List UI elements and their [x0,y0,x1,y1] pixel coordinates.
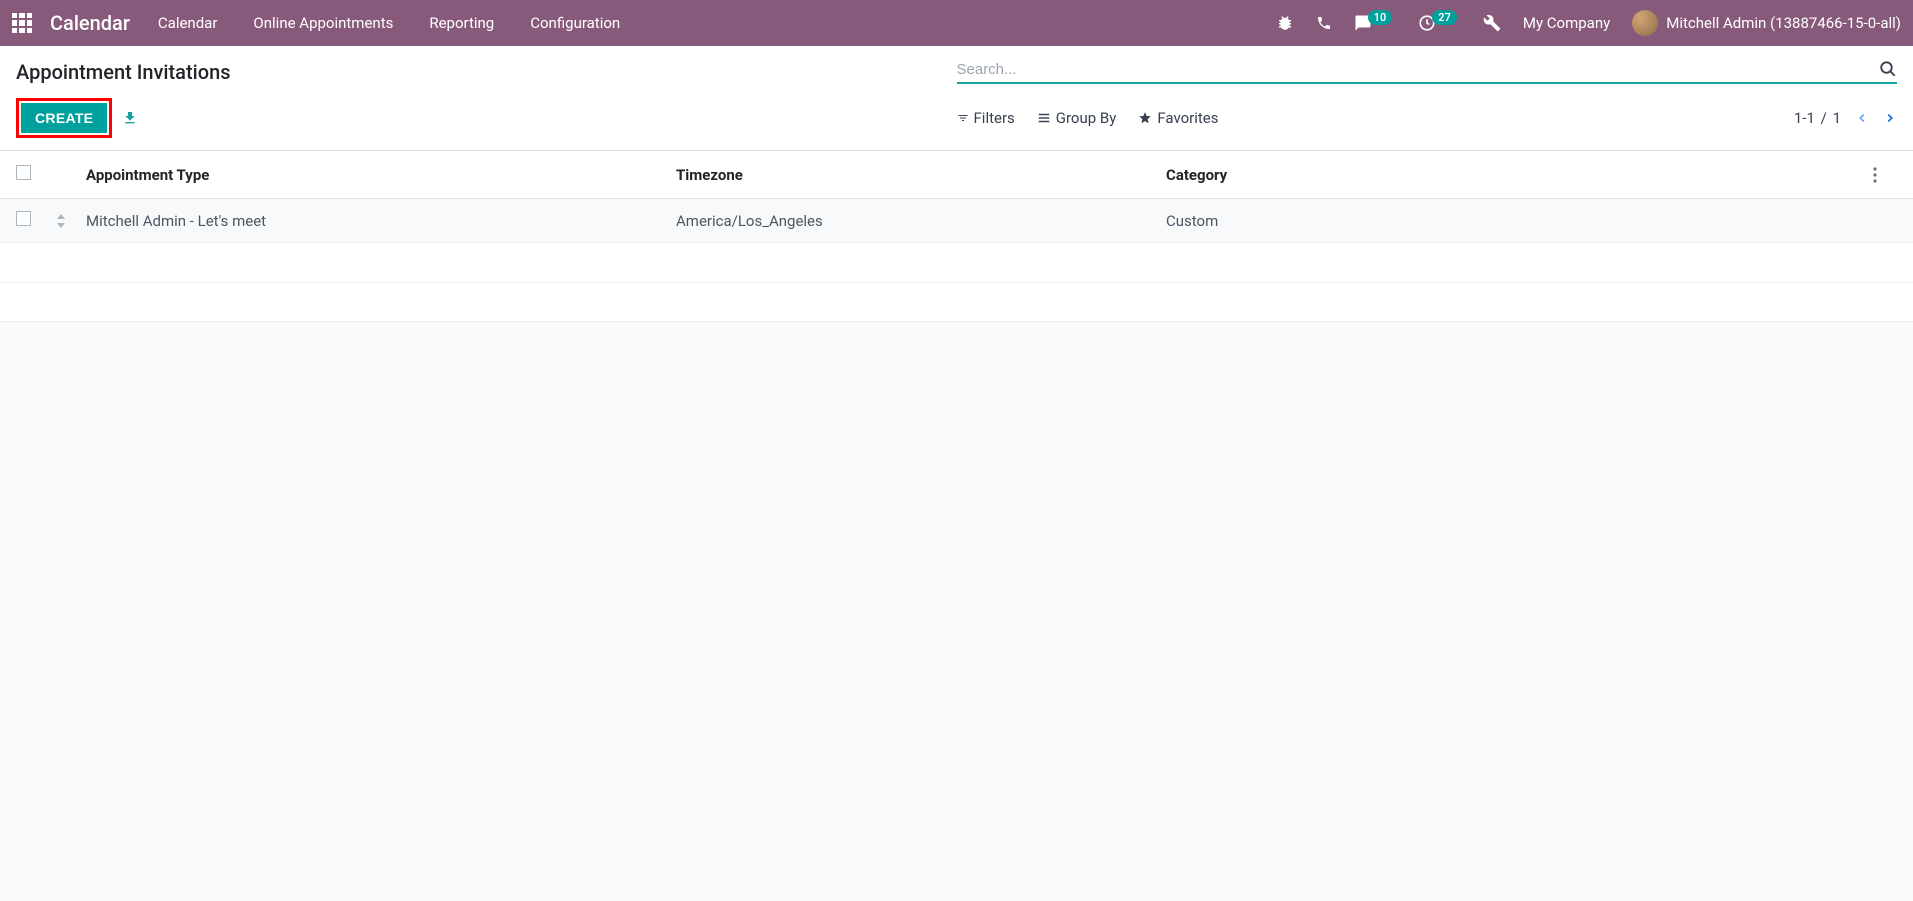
pager: 1-1 / 1 [1794,109,1897,127]
avatar [1632,10,1658,36]
search-area [957,56,1898,84]
activities-badge: 27 [1432,10,1457,25]
pager-prev-icon[interactable] [1855,111,1869,125]
table-row[interactable]: Mitchell Admin - Let's meet America/Los_… [0,199,1913,243]
pager-nav [1855,111,1897,125]
cp-right: Filters Group By Favorites 1-1 / 1 [957,109,1898,127]
control-panel: Appointment Invitations CREATE Filt [0,46,1913,151]
nav-link-configuration[interactable]: Configuration [530,14,620,32]
select-all-checkbox[interactable] [16,165,31,180]
apps-icon[interactable] [12,13,32,33]
pager-range[interactable]: 1-1 / 1 [1794,109,1841,127]
download-icon[interactable] [122,110,138,126]
header-timezone[interactable]: Timezone [676,166,1166,184]
page-title: Appointment Invitations [16,56,957,84]
groupby-label: Group By [1056,109,1117,127]
control-panel-bottom: CREATE Filters Group By Favorites [16,98,1897,138]
table-header: Appointment Type Timezone Category [0,151,1913,199]
header-checkbox-col [16,165,56,184]
messages-badge: 10 [1368,10,1393,25]
row-checkbox[interactable] [16,211,31,226]
search-box[interactable] [957,56,1898,84]
cp-left: CREATE [16,98,957,138]
main-navbar: Calendar Calendar Online Appointments Re… [0,0,1913,46]
tools-icon[interactable] [1483,14,1501,32]
list-view: Appointment Type Timezone Category Mitch… [0,151,1913,322]
pager-next-icon[interactable] [1883,111,1897,125]
create-button[interactable]: CREATE [21,103,107,133]
search-options: Filters Group By Favorites [957,109,1219,127]
navbar-left: Calendar Calendar Online Appointments Re… [12,11,620,35]
user-menu[interactable]: Mitchell Admin (13887466-15-0-all) [1632,10,1901,36]
navbar-right: 10 27 My Company Mitchell Admin (1388746… [1276,10,1901,36]
activities-icon[interactable]: 27 [1418,14,1461,32]
cell-timezone: America/Los_Angeles [676,212,1166,230]
favorites-label: Favorites [1157,109,1218,127]
column-options-icon[interactable] [1873,167,1897,183]
nav-link-online-appointments[interactable]: Online Appointments [253,14,393,32]
filters-dropdown[interactable]: Filters [957,109,1015,127]
cell-category: Custom [1166,212,1873,230]
empty-row [0,243,1913,283]
messages-icon[interactable]: 10 [1354,14,1397,32]
spacer-row [0,283,1913,321]
cell-appointment-type: Mitchell Admin - Let's meet [86,212,676,230]
bottom-line [0,321,1913,322]
company-selector[interactable]: My Company [1523,14,1610,32]
row-handle-col [56,214,86,228]
groupby-dropdown[interactable]: Group By [1037,109,1117,127]
header-category[interactable]: Category [1166,166,1873,184]
nav-link-reporting[interactable]: Reporting [429,14,494,32]
favorites-dropdown[interactable]: Favorites [1138,109,1218,127]
app-brand[interactable]: Calendar [50,11,130,35]
nav-links: Calendar Online Appointments Reporting C… [158,14,620,32]
create-highlight: CREATE [16,98,112,138]
search-icon[interactable] [1879,60,1897,78]
search-input[interactable] [957,61,1880,78]
phone-icon[interactable] [1316,15,1332,31]
filters-label: Filters [974,109,1015,127]
user-name: Mitchell Admin (13887466-15-0-all) [1666,14,1901,32]
control-panel-top: Appointment Invitations [16,56,1897,84]
bug-icon[interactable] [1276,14,1294,32]
row-checkbox-col [16,211,56,230]
nav-link-calendar[interactable]: Calendar [158,14,218,32]
drag-handle-icon[interactable] [56,214,86,228]
header-appointment-type[interactable]: Appointment Type [86,166,676,184]
